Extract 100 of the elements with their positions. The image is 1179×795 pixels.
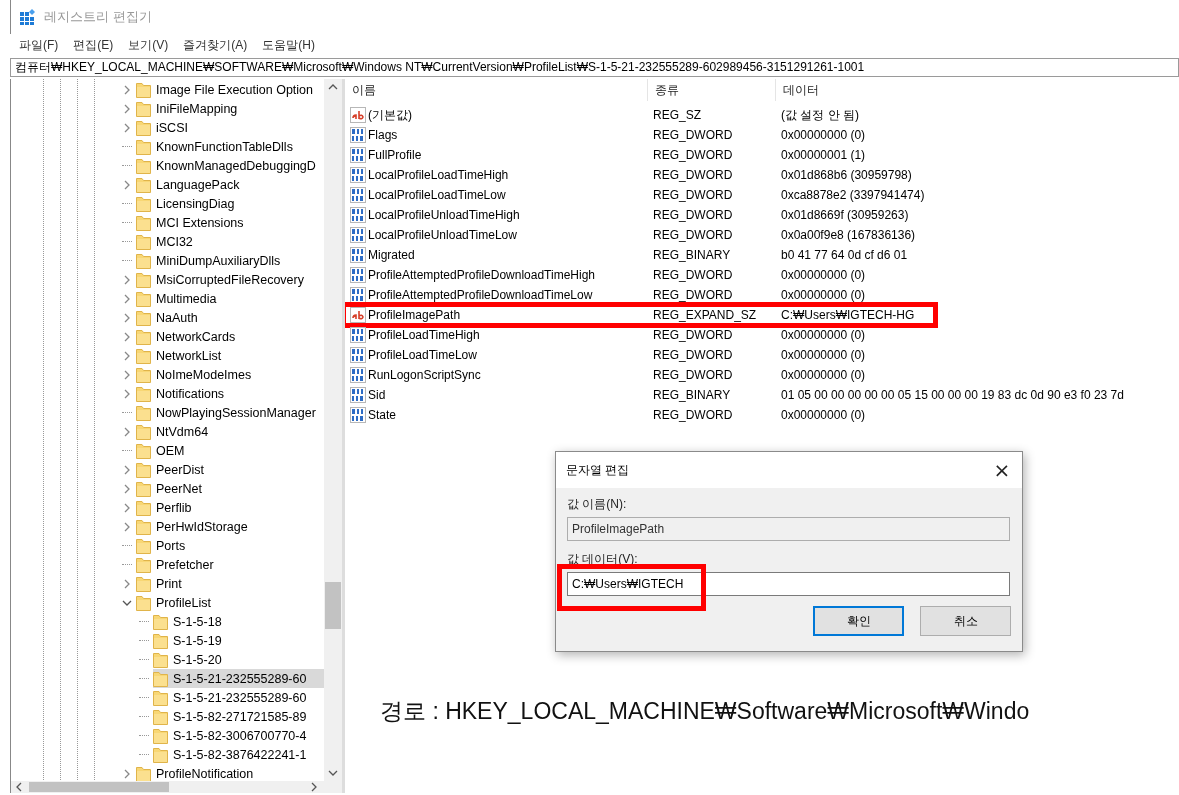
tree-item[interactable]: PerHwIdStorage <box>136 517 324 536</box>
value-name[interactable]: RunLogonScriptSync <box>368 368 653 382</box>
ok-button[interactable]: 확인 <box>813 606 904 636</box>
value-name-field[interactable]: ProfileImagePath <box>567 517 1010 541</box>
expand-chevron-icon[interactable] <box>122 767 132 780</box>
value-name[interactable]: State <box>368 408 653 422</box>
horizontal-scrollbar[interactable] <box>11 781 342 793</box>
scrollbar-thumb[interactable] <box>29 782 169 792</box>
tree-item[interactable]: PeerNet <box>136 479 324 498</box>
folder-icon <box>136 138 151 155</box>
value-data: 0x00000000 (0) <box>781 268 866 282</box>
expand-chevron-icon[interactable] <box>122 349 132 362</box>
value-name[interactable]: ProfileImagePath <box>368 308 653 322</box>
tree-item[interactable]: NetworkList <box>136 346 324 365</box>
tree-item[interactable]: LicensingDiag <box>136 194 324 213</box>
menu-item[interactable]: 보기(V) <box>128 36 169 54</box>
tree-item[interactable]: KnownFunctionTableDlls <box>136 137 324 156</box>
tree-item[interactable]: iSCSI <box>136 118 324 137</box>
expand-chevron-icon[interactable] <box>122 425 132 438</box>
menu-item[interactable]: 파일(F) <box>19 36 59 54</box>
tree-item[interactable]: Multimedia <box>136 289 324 308</box>
value-name[interactable]: LocalProfileUnloadTimeLow <box>368 228 653 242</box>
expand-chevron-icon[interactable] <box>122 520 132 533</box>
value-name[interactable]: LocalProfileLoadTimeLow <box>368 188 653 202</box>
expand-chevron-icon[interactable] <box>122 178 132 191</box>
value-name[interactable]: ProfileAttemptedProfileDownloadTimeHigh <box>368 268 653 282</box>
tree-item[interactable]: Notifications <box>136 384 324 403</box>
tree-item[interactable]: ProfileList <box>136 593 324 612</box>
value-data-field[interactable]: C:₩Users₩IGTECH <box>567 572 1010 596</box>
tree-item[interactable]: Perflib <box>136 498 324 517</box>
value-name[interactable]: Sid <box>368 388 653 402</box>
folder-icon <box>136 328 151 345</box>
value-name[interactable]: (기본값) <box>368 106 653 124</box>
tree-item[interactable]: NtVdm64 <box>136 422 324 441</box>
tree-item[interactable]: S-1-5-82-3006700770-4 <box>153 726 324 745</box>
tree-item[interactable]: S-1-5-21-232555289-60 <box>153 688 324 707</box>
tree-item[interactable]: NoImeModeImes <box>136 365 324 384</box>
expand-chevron-icon[interactable] <box>122 273 132 286</box>
tree-item[interactable]: NaAuth <box>136 308 324 327</box>
close-button[interactable]: × <box>982 455 1022 485</box>
value-data: 0x00000000 (0) <box>781 348 866 362</box>
tree-item[interactable]: Print <box>136 574 324 593</box>
expand-chevron-icon[interactable] <box>122 121 132 134</box>
value-name[interactable]: Migrated <box>368 248 653 262</box>
tree-item[interactable]: Image File Execution Option <box>136 80 324 99</box>
tree-item[interactable]: ProfileNotification <box>136 764 324 781</box>
folder-icon <box>153 632 168 649</box>
menu-item[interactable]: 즐겨찾기(A) <box>183 36 248 54</box>
value-name[interactable]: ProfileLoadTimeHigh <box>368 328 653 342</box>
tree-item[interactable]: Ports <box>136 536 324 555</box>
tree-item[interactable]: LanguagePack <box>136 175 324 194</box>
expand-chevron-icon[interactable] <box>122 387 132 400</box>
tree-item[interactable]: MsiCorruptedFileRecovery <box>136 270 324 289</box>
tree-item[interactable]: OEM <box>136 441 324 460</box>
column-header[interactable]: 이름 <box>345 79 648 101</box>
value-type: REG_DWORD <box>653 228 734 242</box>
tree-item[interactable]: S-1-5-19 <box>153 631 324 650</box>
tree-item[interactable]: IniFileMapping <box>136 99 324 118</box>
tree-item[interactable]: S-1-5-18 <box>153 612 324 631</box>
value-type: REG_DWORD <box>653 188 734 202</box>
tree-item[interactable]: S-1-5-82-3876422241-1 <box>153 745 324 764</box>
value-type: REG_EXPAND_SZ <box>653 308 758 322</box>
value-name[interactable]: ProfileLoadTimeLow <box>368 348 653 362</box>
expand-chevron-icon[interactable] <box>122 463 132 476</box>
tree-item[interactable]: S-1-5-20 <box>153 650 324 669</box>
value-name[interactable]: LocalProfileUnloadTimeHigh <box>368 208 653 222</box>
expand-chevron-icon[interactable] <box>122 577 132 590</box>
tree-item[interactable]: MiniDumpAuxiliaryDlls <box>136 251 324 270</box>
tree-item[interactable]: MCI32 <box>136 232 324 251</box>
address-bar[interactable]: 컴퓨터₩HKEY_LOCAL_MACHINE₩SOFTWARE₩Microsoft₩Windows NT₩CurrentVersion₩ProfileList₩S-1-5-21-232555289-602989456-3151291261-1001 <box>10 58 1179 77</box>
expand-chevron-icon[interactable] <box>122 368 132 381</box>
expand-chevron-icon[interactable] <box>122 311 132 324</box>
expand-chevron-icon[interactable] <box>122 83 132 96</box>
expand-chevron-icon[interactable] <box>122 292 132 305</box>
tree-item[interactable]: NetworkCards <box>136 327 324 346</box>
value-type: REG_DWORD <box>653 128 734 142</box>
cancel-button[interactable]: 취소 <box>920 606 1011 636</box>
tree-item[interactable]: Prefetcher <box>136 555 324 574</box>
column-header[interactable]: 종류 <box>648 79 776 101</box>
tree-item[interactable]: KnownManagedDebuggingD <box>136 156 324 175</box>
folder-icon <box>153 689 168 706</box>
value-name[interactable]: LocalProfileLoadTimeHigh <box>368 168 653 182</box>
menu-item[interactable]: 편집(E) <box>73 36 114 54</box>
tree-item[interactable]: PeerDist <box>136 460 324 479</box>
menu-item[interactable]: 도움말(H) <box>262 36 315 54</box>
vertical-scrollbar[interactable] <box>324 79 342 781</box>
expand-chevron-icon[interactable] <box>122 501 132 514</box>
expand-chevron-icon[interactable] <box>122 482 132 495</box>
expand-chevron-icon[interactable] <box>122 102 132 115</box>
expand-chevron-icon[interactable] <box>122 330 132 343</box>
scrollbar-thumb[interactable] <box>325 582 341 629</box>
tree-item[interactable]: MCI Extensions <box>136 213 324 232</box>
tree-item[interactable]: S-1-5-21-232555289-60 <box>153 669 324 688</box>
value-name[interactable]: FullProfile <box>368 148 653 162</box>
column-header[interactable]: 데이터 <box>776 79 1179 101</box>
value-name[interactable]: ProfileAttemptedProfileDownloadTimeLow <box>368 288 653 302</box>
folder-icon <box>136 252 151 269</box>
tree-item[interactable]: S-1-5-82-271721585-89 <box>153 707 324 726</box>
value-name[interactable]: Flags <box>368 128 653 142</box>
tree-item[interactable]: NowPlayingSessionManager <box>136 403 324 422</box>
